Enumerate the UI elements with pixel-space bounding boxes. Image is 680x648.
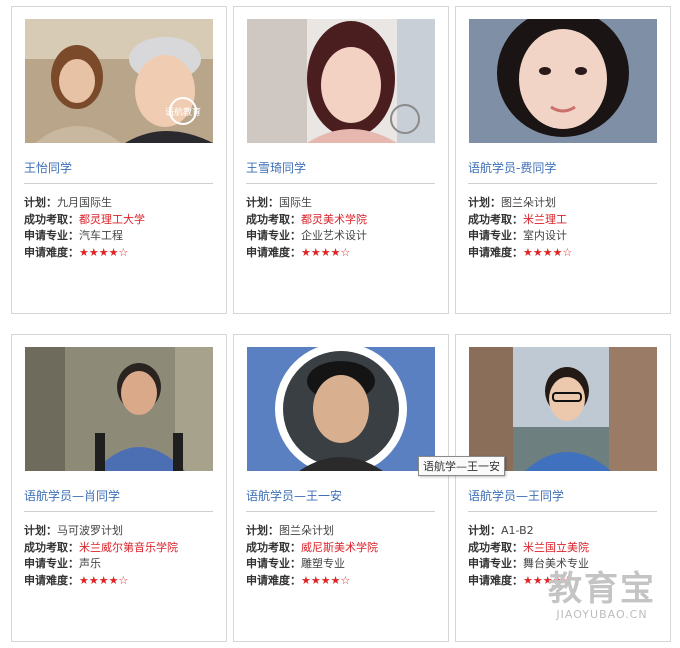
tooltip: 语航学—王一安: [418, 456, 505, 476]
student-info: 计划：马可波罗计划 成功考取：米兰威尔第音乐学院 申请专业：声乐 申请难度：★★…: [24, 524, 178, 587]
student-name[interactable]: 语航学员—肖同学: [24, 487, 120, 504]
watermark-text: 教育宝: [548, 569, 656, 609]
divider: [468, 183, 657, 184]
student-photo[interactable]: [469, 19, 657, 143]
difficulty-stars: ★★★★☆: [79, 245, 129, 259]
plan-value: 马可波罗计划: [57, 524, 123, 537]
student-photo[interactable]: [247, 347, 435, 471]
student-name[interactable]: 王雪琦同学: [246, 159, 306, 176]
student-photo[interactable]: [247, 19, 435, 143]
school-value: 米兰国立美院: [523, 540, 589, 554]
major-value: 声乐: [79, 557, 101, 570]
divider: [246, 183, 435, 184]
stamp-text: 语航教育: [165, 106, 201, 118]
student-card[interactable]: 语航学员—肖同学 计划：马可波罗计划 成功考取：米兰威尔第音乐学院 申请专业：声…: [11, 334, 227, 642]
divider: [246, 511, 435, 512]
major-value: 汽车工程: [79, 229, 123, 242]
student-card[interactable]: 语航教育 王怡同学 计划：九月国际生 成功考取：都灵理工大学 申请专业：汽车工程…: [11, 6, 227, 314]
divider: [24, 511, 213, 512]
divider: [24, 183, 213, 184]
student-photo[interactable]: [25, 347, 213, 471]
difficulty-stars: ★★★★☆: [301, 245, 351, 259]
plan-value: 国际生: [279, 196, 312, 209]
student-name[interactable]: 语航学员—王同学: [468, 487, 564, 504]
school-value: 都灵理工大学: [79, 212, 145, 226]
watermark-domain: JIAOYUBAO.CN: [556, 608, 648, 621]
student-name[interactable]: 语航学员-费同学: [468, 159, 556, 176]
school-value: 威尼斯美术学院: [301, 540, 378, 554]
student-info: 计划：九月国际生 成功考取：都灵理工大学 申请专业：汽车工程 申请难度：★★★★…: [24, 196, 145, 259]
school-value: 米兰理工: [523, 212, 567, 226]
divider: [468, 511, 657, 512]
school-value: 都灵美术学院: [301, 212, 367, 226]
student-name[interactable]: 语航学员—王一安: [246, 487, 342, 504]
student-photo[interactable]: 语航教育: [25, 19, 213, 143]
student-card[interactable]: 王雪琦同学 计划：国际生 成功考取：都灵美术学院 申请专业：企业艺术设计 申请难…: [233, 6, 449, 314]
plan-value: 九月国际生: [57, 196, 112, 209]
student-info: 计划：图兰朵计划 成功考取：米兰理工 申请专业：室内设计 申请难度：★★★★☆: [468, 196, 573, 259]
school-value: 米兰威尔第音乐学院: [79, 540, 178, 554]
student-card[interactable]: 语航学员-费同学 计划：图兰朵计划 成功考取：米兰理工 申请专业：室内设计 申请…: [455, 6, 671, 314]
major-value: 企业艺术设计: [301, 229, 367, 242]
student-info: 计划：国际生 成功考取：都灵美术学院 申请专业：企业艺术设计 申请难度：★★★★…: [246, 196, 367, 259]
difficulty-stars: ★★★★☆: [79, 573, 129, 587]
difficulty-stars: ★★★★☆: [523, 245, 573, 259]
plan-value: A1-B2: [501, 524, 534, 537]
major-value: 室内设计: [523, 229, 567, 242]
student-name[interactable]: 王怡同学: [24, 159, 72, 176]
major-value: 雕塑专业: [301, 557, 345, 570]
plan-value: 图兰朵计划: [279, 524, 334, 537]
student-card[interactable]: 语航学员—王一安 计划：图兰朵计划 成功考取：威尼斯美术学院 申请专业：雕塑专业…: [233, 334, 449, 642]
student-photo[interactable]: [469, 347, 657, 471]
student-info: 计划：图兰朵计划 成功考取：威尼斯美术学院 申请专业：雕塑专业 申请难度：★★★…: [246, 524, 378, 587]
watermark-logo: 教育宝 JIAOYUBAO.CN: [548, 570, 656, 621]
difficulty-stars: ★★★★☆: [301, 573, 351, 587]
plan-value: 图兰朵计划: [501, 196, 556, 209]
